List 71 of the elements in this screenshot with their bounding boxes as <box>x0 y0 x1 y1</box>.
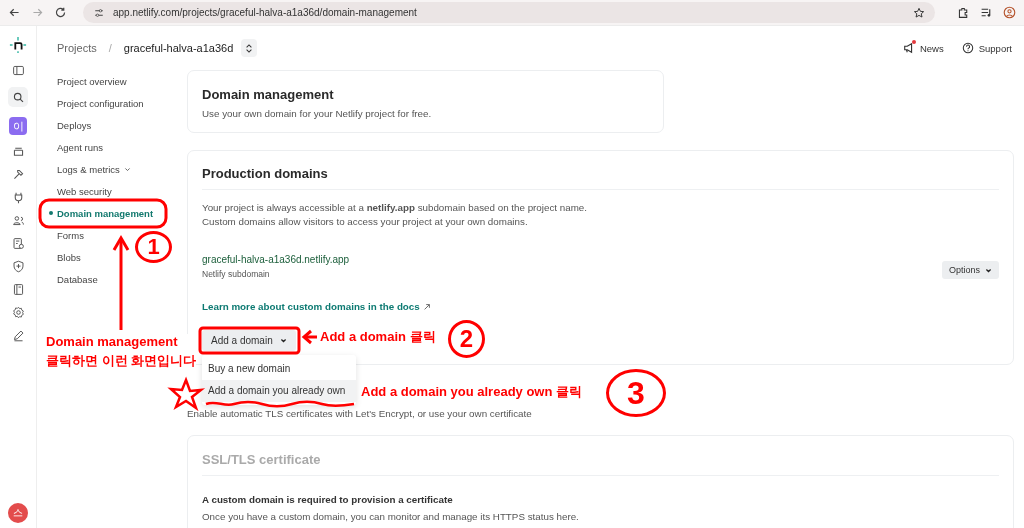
star-drawing <box>167 376 206 412</box>
chevron-icon <box>279 337 287 344</box>
options-button[interactable]: Options <box>941 261 999 279</box>
card-title: Production domains <box>202 166 999 190</box>
sidebar-toggle-icon[interactable] <box>11 64 25 77</box>
search-button[interactable] <box>8 87 28 107</box>
card-description: Once you have a custom domain, you can monitor and manage its HTTPS status here. <box>202 511 580 522</box>
people-icon[interactable] <box>11 214 25 227</box>
header-link[interactable]: News <box>902 42 944 54</box>
step-number: 3 <box>606 369 666 417</box>
description-text: Your project is always accessible at a netlify.app subdomain based on the project name. <box>202 202 588 213</box>
help-icon <box>961 42 974 54</box>
extensions-icon[interactable] <box>957 6 970 19</box>
shield-icon[interactable] <box>11 260 25 273</box>
card-subtitle: A custom domain is required to provision a certificate <box>202 494 454 505</box>
megaphone-icon <box>902 42 915 54</box>
profile-icon[interactable] <box>1003 6 1016 19</box>
user-avatar[interactable]: 스 <box>8 503 28 523</box>
card-title: Domain management <box>202 87 335 102</box>
chevron-icon <box>123 165 131 173</box>
header-link[interactable]: Support <box>961 42 1012 54</box>
annotation-arrow <box>301 329 317 345</box>
nav-item[interactable]: Agent runs <box>47 136 103 158</box>
nav-item[interactable]: Domain management <box>47 202 154 224</box>
breadcrumb-separator: / <box>108 42 112 54</box>
nav-item[interactable]: Blobs <box>47 246 81 268</box>
breadcrumb-link[interactable]: Projects <box>57 42 97 54</box>
card-description: Use your own domain for your Netlify project for free. <box>202 108 433 119</box>
menu-item[interactable]: Buy a new domain <box>202 358 356 380</box>
annotation-text: 클릭하면 이런 화면입니다 <box>46 352 197 370</box>
team-avatar[interactable]: 이 <box>9 117 27 135</box>
card-title: SSL/TLS certificate <box>202 452 999 476</box>
media-icon[interactable] <box>980 6 993 19</box>
project-name: graceful-halva-a1a36d <box>123 42 234 54</box>
star-icon[interactable] <box>913 6 925 19</box>
annotation-text: Add a domain you already own 클릭 <box>361 383 583 401</box>
external-link-icon <box>422 302 431 311</box>
nav-item[interactable]: Project configuration <box>47 92 144 114</box>
settings-icon[interactable] <box>11 306 25 319</box>
tls-description: Enable automatic TLS certificates with Let's Encrypt, or use your own certificate <box>187 408 533 419</box>
description-text: Custom domains allow visitors to access your project at your own domains. <box>202 216 529 227</box>
stack-icon[interactable] <box>11 145 25 158</box>
step-number: 2 <box>448 320 485 358</box>
nav-item[interactable]: Logs & metrics <box>47 158 131 180</box>
domain-caption: Netlify subdomain <box>202 268 271 279</box>
nav-item[interactable]: Web security <box>47 180 112 202</box>
add-domain-button[interactable]: Add a domain <box>202 330 296 351</box>
back-icon[interactable] <box>8 6 21 19</box>
reload-icon[interactable] <box>54 6 67 19</box>
up-down-icon <box>245 42 254 54</box>
hammer-icon[interactable] <box>11 168 25 181</box>
nav-item[interactable]: Deploys <box>47 114 92 136</box>
annotation-text: Domain management <box>46 334 179 349</box>
chevron-icon <box>985 266 992 274</box>
form-icon[interactable] <box>11 237 25 250</box>
step-number: 1 <box>135 231 172 263</box>
menu-item[interactable]: Add a domain you already own <box>202 380 356 402</box>
docs-link[interactable]: Learn more about custom domains in the docs <box>202 301 431 312</box>
project-switcher-button[interactable] <box>241 39 258 57</box>
url-text: app.netlify.com/projects/graceful-halva-a1a36d/domain-management <box>113 7 418 18</box>
annotation-text: Add a domain 클릭 <box>320 328 436 346</box>
address-bar[interactable]: app.netlify.com/projects/graceful-halva-a1a36d/domain-management <box>83 2 935 23</box>
netlify-logo-icon[interactable] <box>9 36 27 54</box>
nav-item[interactable]: Forms <box>47 224 84 246</box>
nav-item[interactable]: Project overview <box>47 70 127 92</box>
pen-icon[interactable] <box>11 329 25 342</box>
site-settings-icon <box>93 6 105 19</box>
nav-item[interactable]: Database <box>47 268 98 290</box>
search-icon <box>11 90 25 104</box>
domain-name: graceful-halva-a1a36d.netlify.app <box>202 253 350 265</box>
book-icon[interactable] <box>11 283 25 296</box>
